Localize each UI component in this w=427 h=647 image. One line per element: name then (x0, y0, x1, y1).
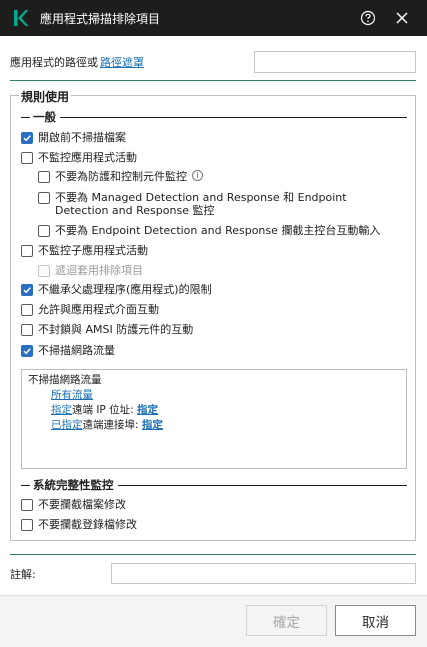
ok-button[interactable]: 確定 (246, 605, 327, 636)
opt-apply-recursively: 遞迴套用排除項目 (38, 264, 143, 277)
section-integrity-title: 系統完整性監控 (33, 478, 114, 492)
remote-port-specify-link[interactable]: 指定 (142, 419, 163, 431)
kaspersky-logo-icon (10, 7, 32, 29)
checkbox-icon[interactable] (21, 152, 33, 164)
checkbox-icon[interactable] (38, 192, 50, 204)
help-icon[interactable] (351, 0, 385, 36)
path-label: 應用程式的路徑或 (10, 56, 98, 69)
comment-input[interactable] (111, 563, 416, 584)
opt-no-scan-before-open[interactable]: 開啟前不掃描檔案 (21, 131, 126, 144)
checkbox-disabled-icon (38, 265, 50, 277)
opt-no-block-amsi[interactable]: 不封鎖與 AMSI 防護元件的互動 (21, 323, 193, 336)
rule-usage-group: 規則使用 一般 開啟前不掃描檔案 不監控應用程式活動 不要為防護和控制元件監控 … (10, 88, 416, 541)
comment-label: 註解: (10, 568, 36, 581)
cancel-button[interactable]: 取消 (335, 605, 416, 636)
checkbox-icon[interactable] (21, 499, 33, 511)
window-title: 應用程式掃描排除項目 (40, 11, 161, 26)
remote-ip-label: 遠端 IP 位址: (72, 404, 134, 416)
group-title: 規則使用 (19, 88, 72, 105)
opt-no-intercept-file-mod[interactable]: 不要攔截檔案修改 (21, 498, 126, 511)
opt-allow-interface-interaction[interactable]: 允許與應用程式介面互動 (21, 303, 159, 316)
opt-no-monitor-app-activity[interactable]: 不監控應用程式活動 (21, 151, 137, 164)
opt-no-monitor-protection[interactable]: 不要為防護和控制元件監控 i (38, 170, 203, 183)
checkbox-icon[interactable] (21, 519, 33, 531)
close-icon[interactable] (385, 0, 419, 36)
checkbox-icon[interactable] (38, 225, 50, 237)
path-mask-link[interactable]: 路徑遮罩 (100, 54, 144, 70)
remote-port-label: 遠端連接埠: (82, 419, 139, 431)
opt-no-inherit-parent[interactable]: 不繼承父處理程序(應用程式)的限制 (21, 283, 212, 296)
specified-ip-link[interactable]: 指定 (51, 404, 72, 416)
checkbox-icon[interactable] (21, 245, 33, 257)
all-traffic-link[interactable]: 所有流量 (51, 389, 93, 401)
rule-box-title: 不掃描網路流量 (28, 374, 102, 386)
opt-no-intercept-console[interactable]: 不要為 Endpoint Detection and Response 攔截主控… (38, 224, 398, 237)
section-integrity: 系統完整性監控 (21, 477, 407, 493)
path-input[interactable] (254, 51, 416, 73)
section-general: 一般 (21, 109, 407, 125)
path-row: 應用程式的路徑或 路徑遮罩 (10, 51, 416, 73)
network-rule-box: 不掃描網路流量 所有流量 指定遠端 IP 位址: 指定 已指定遠端連接埠: 指定 (21, 369, 407, 469)
opt-no-scan-network[interactable]: 不掃描網路流量 (21, 344, 115, 357)
checkbox-icon[interactable] (21, 324, 33, 336)
specified-port-link[interactable]: 已指定 (51, 419, 83, 431)
checkbox-checked-icon[interactable] (21, 284, 33, 296)
checkbox-icon[interactable] (38, 171, 50, 183)
info-icon[interactable]: i (192, 170, 203, 181)
opt-no-monitor-child-apps[interactable]: 不監控子應用程式活動 (21, 244, 148, 257)
comment-row: 註解: (10, 563, 416, 585)
divider (10, 554, 416, 555)
title-bar: 應用程式掃描排除項目 (0, 0, 427, 36)
checkbox-checked-icon[interactable] (21, 345, 33, 357)
footer: 確定 取消 (0, 595, 427, 647)
divider (10, 80, 416, 81)
checkbox-icon[interactable] (21, 304, 33, 316)
section-general-title: 一般 (33, 110, 56, 124)
remote-ip-specify-link[interactable]: 指定 (137, 404, 158, 416)
checkbox-checked-icon[interactable] (21, 132, 33, 144)
opt-no-monitor-mdr-edr[interactable]: 不要為 Managed Detection and Response 和 End… (38, 191, 398, 217)
opt-no-intercept-registry-mod[interactable]: 不要攔截登錄檔修改 (21, 518, 137, 531)
